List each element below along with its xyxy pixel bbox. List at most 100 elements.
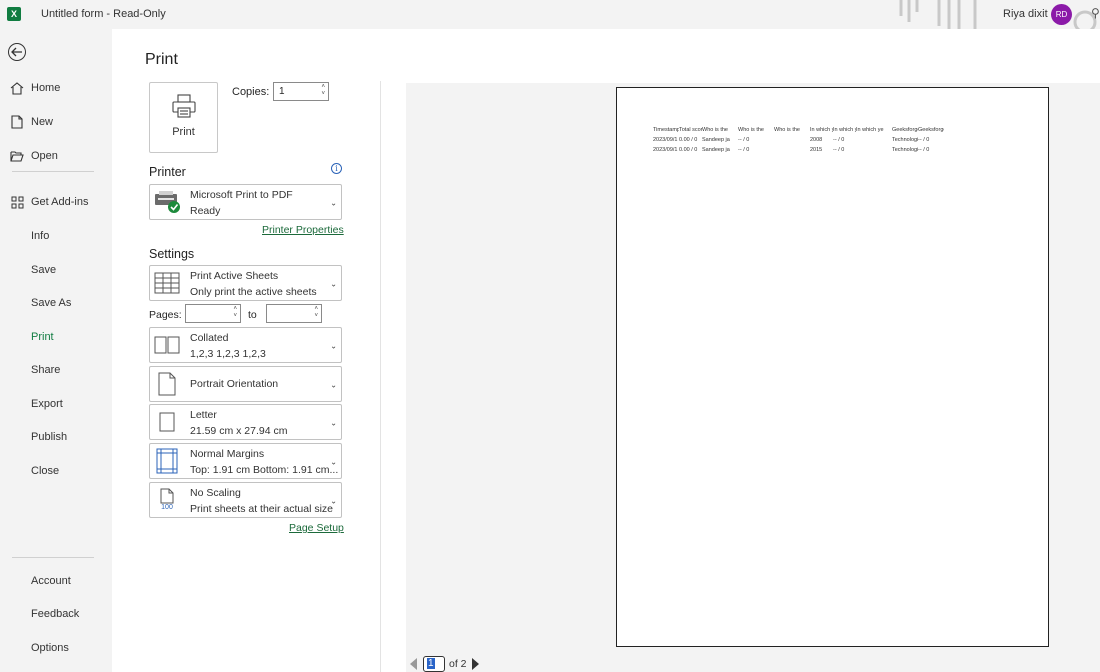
sheet-cell: Geeksforge (892, 127, 918, 133)
nav-save-label: Save (31, 264, 57, 276)
pages-from-stepper[interactable]: ˄ ˅ (185, 304, 241, 323)
page-setup-link[interactable]: Page Setup (289, 522, 344, 534)
nav-new[interactable]: New (0, 107, 112, 137)
nav-save[interactable]: Save (0, 255, 112, 285)
paper-size-icon (153, 408, 181, 436)
next-page-icon[interactable] (471, 658, 479, 670)
chevron-down-icon: ⌄ (330, 418, 337, 428)
user-name[interactable]: Riya dixit (1003, 8, 1048, 20)
title-bar: X Untitled form - Read-Only Riya dixit R… (0, 0, 1100, 34)
nav-options[interactable]: Options (0, 633, 112, 663)
nav-save-as-label: Save As (31, 297, 72, 309)
settings-section-title: Settings (149, 247, 195, 261)
chevron-down-icon: ⌄ (330, 341, 337, 351)
sheet-cell: -- / 0 (738, 147, 750, 153)
account-icon[interactable]: ⚲ (1091, 6, 1100, 20)
sheet-cell: -- / 0 (833, 137, 845, 143)
nav-save-as[interactable]: Save As (0, 288, 112, 318)
nav-export-label: Export (31, 398, 63, 410)
print-button-label: Print (172, 126, 195, 138)
sheet-cell: Timestamp (653, 127, 679, 133)
nav-account-label: Account (31, 575, 71, 587)
page-navigator: 1 of 2 (410, 656, 479, 672)
sheet-cell: 2023/09/1 (653, 137, 678, 143)
sheet-cell: -- / 0 (918, 137, 930, 143)
spin-arrows-icon[interactable]: ˄ ˅ (314, 306, 318, 320)
sheet-cell: -- / 0 (833, 147, 845, 153)
window-title: Untitled form - Read-Only (41, 8, 166, 20)
printer-name: Microsoft Print to PDF (190, 189, 293, 201)
spin-arrows-icon[interactable]: ˄ ˅ (321, 84, 325, 98)
sheet-cell: Technologi (892, 147, 918, 153)
sheet-cell: 2023/09/1 (653, 147, 678, 153)
sheet-cell: Sandeep ja (702, 137, 730, 143)
chevron-down-icon: ⌄ (330, 279, 337, 289)
chevron-down-icon: ⌄ (330, 198, 337, 208)
nav-home[interactable]: Home (0, 73, 112, 103)
orientation-dropdown[interactable]: Portrait Orientation ⌄ (149, 366, 342, 402)
sheet-cell: Who is the (738, 127, 764, 133)
collation-title: Collated (190, 332, 229, 344)
spin-arrows-icon[interactable]: ˄ ˅ (233, 306, 237, 320)
printer-dropdown[interactable]: Microsoft Print to PDF Ready ⌄ (149, 184, 342, 220)
printer-properties-link[interactable]: Printer Properties (262, 224, 344, 236)
sheet-cell: -- / 0 (918, 147, 930, 153)
current-page-input[interactable]: 1 (423, 656, 445, 672)
new-document-icon (10, 115, 24, 129)
nav-print[interactable]: Print (0, 322, 112, 352)
nav-home-label: Home (31, 82, 61, 94)
sheet-cell: Geeksforge (918, 127, 944, 133)
chevron-down-icon: ⌄ (330, 380, 337, 390)
nav-publish[interactable]: Publish (0, 422, 112, 452)
sheet-cell: 2015 (810, 147, 823, 153)
nav-info[interactable]: Info (0, 221, 112, 251)
sheet-cell: 0.00 / 0 (679, 137, 698, 143)
nav-feedback[interactable]: Feedback (0, 599, 112, 629)
back-arrow-icon[interactable] (8, 43, 26, 61)
scaling-desc: Print sheets at their actual size (190, 503, 333, 515)
print-settings-panel: Print Print Copies: 1 ˄ ˅ Printer i Micr… (112, 29, 406, 672)
collation-desc: 1,2,3 1,2,3 1,2,3 (190, 348, 266, 360)
sheet-grid-icon (153, 269, 181, 297)
paper-size-title: Letter (190, 409, 217, 421)
sheet-cell: 0.00 / 0 (679, 147, 698, 153)
nav-share[interactable]: Share (0, 355, 112, 385)
panel-divider (380, 81, 381, 672)
scaling-dropdown[interactable]: 100 No Scaling Print sheets at their act… (149, 482, 342, 518)
preview-page: TimestampTotal scoreWho is theWho is the… (616, 87, 1049, 647)
sheet-cell: Who is the (774, 127, 800, 133)
sheet-cell: Who is the (702, 127, 728, 133)
nav-open[interactable]: Open (0, 141, 112, 171)
nav-close[interactable]: Close (0, 456, 112, 486)
pages-to-stepper[interactable]: ˄ ˅ (266, 304, 322, 323)
nav-account[interactable]: Account (0, 566, 112, 596)
user-avatar[interactable]: RD (1051, 4, 1072, 25)
nav-open-label: Open (31, 150, 58, 162)
sheet-cell: In which ye (833, 127, 856, 133)
sheet-cell: 2008 (810, 137, 823, 143)
pages-label: Pages: (149, 309, 182, 321)
sheet-data-row: 2023/09/1 0.00 / 0 Sandeep ja -- / 0 2008 -- … (653, 137, 944, 145)
preview-top-band (406, 29, 1100, 83)
print-button[interactable]: Print (149, 82, 218, 153)
copies-stepper[interactable]: 1 ˄ ˅ (273, 82, 329, 101)
nav-get-addins[interactable]: Get Add-ins (0, 187, 112, 217)
nav-print-label: Print (31, 331, 54, 343)
margins-title: Normal Margins (190, 448, 265, 460)
nav-feedback-label: Feedback (31, 608, 80, 620)
paper-size-dropdown[interactable]: Letter 21.59 cm x 27.94 cm ⌄ (149, 404, 342, 440)
page-title: Print (145, 51, 178, 68)
margins-dropdown[interactable]: Normal Margins Top: 1.91 cm Bottom: 1.91… (149, 443, 342, 479)
collation-dropdown[interactable]: Collated 1,2,3 1,2,3 1,2,3 ⌄ (149, 327, 342, 363)
nav-close-label: Close (31, 465, 60, 477)
nav-new-label: New (31, 116, 54, 128)
scaling-icon: 100 (153, 486, 181, 514)
nav-export[interactable]: Export (0, 389, 112, 419)
home-icon (10, 81, 24, 95)
open-folder-icon (10, 149, 24, 163)
previous-page-icon[interactable] (410, 658, 417, 670)
nav-publish-label: Publish (31, 431, 68, 443)
info-icon[interactable]: i (331, 163, 342, 174)
portrait-page-icon (153, 370, 181, 398)
print-what-dropdown[interactable]: Print Active Sheets Only print the activ… (149, 265, 342, 301)
